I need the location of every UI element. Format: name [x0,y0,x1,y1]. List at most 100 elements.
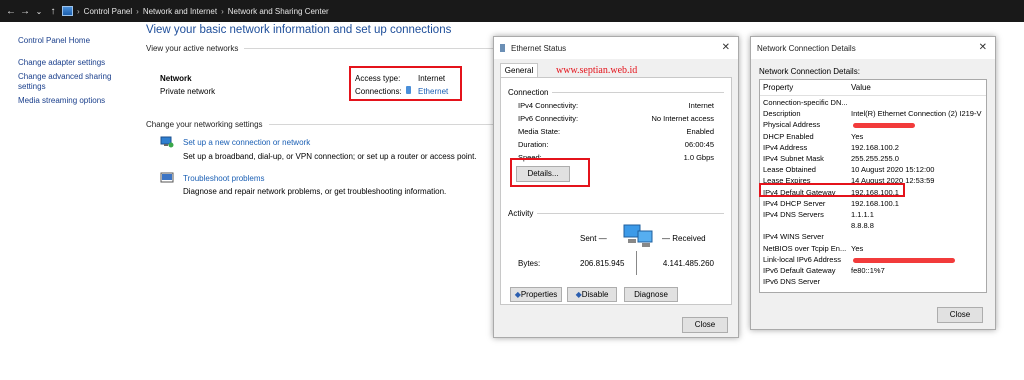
close-icon[interactable]: ✕ [979,42,987,53]
details-row[interactable]: IPv4 WINS Server [763,232,985,242]
connection-group-label: Connection [508,88,549,97]
change-adapter-settings-link[interactable]: Change adapter settings [18,58,128,68]
active-networks-header: View your active networks [146,44,496,53]
value-cell: 10 August 2020 15:12:00 [851,165,935,175]
address-bar: ← → ⌄ ↑ › Control Panel › Network and In… [0,0,1024,22]
value-cell: 1.1.1.1 [851,210,874,219]
disable-button[interactable]: ◆Disable [567,287,617,302]
value-cell: Yes [851,131,864,141]
activity-group-label: Activity [508,209,534,218]
page-title: View your basic network information and … [146,24,452,36]
active-networks-label: View your active networks [146,44,239,53]
forward-icon[interactable]: → [18,6,32,17]
details-row[interactable]: IPv6 DNS Server [763,277,985,287]
troubleshoot-desc: Diagnose and repair network problems, or… [183,187,447,196]
details-title: Network Connection Details [757,43,856,53]
close-icon[interactable]: ✕ [722,42,730,53]
property-cell: IPv4 WINS Server [763,232,824,242]
breadcrumb-control-panel[interactable]: Control Panel [84,7,132,16]
details-subtitle: Network Connection Details: [759,67,860,76]
status-row: Media State: Enabled [518,127,714,136]
network-activity-icon [620,223,656,253]
breadcrumb-separator: › [221,6,224,16]
sent-label: Sent — [580,234,607,243]
status-value: 06:00:45 [684,140,714,149]
connection-group-header: Connection [508,88,724,97]
media-streaming-link[interactable]: Media streaming options [18,96,128,106]
property-cell: Connection-specific DN... [763,98,848,107]
status-value: No Internet access [651,114,714,123]
close-button[interactable]: Close [937,307,983,323]
ethernet-icon [500,44,505,52]
gateway-highlight-box [759,183,905,197]
breadcrumb-sharing-center[interactable]: Network and Sharing Center [228,7,329,16]
access-type-label: Access type: [355,74,401,83]
left-pane: Control Panel Home Change adapter settin… [18,36,128,106]
value-cell: Yes [851,243,864,253]
diagnose-button[interactable]: Diagnose [624,287,678,302]
status-titlebar: Ethernet Status [494,37,738,59]
back-icon[interactable]: ← [4,6,18,17]
details-row[interactable]: IPv4 DNS Servers 1.1.1.1 [763,210,985,220]
details-row[interactable]: IPv4 DHCP Server 192.168.100.1 [763,199,985,209]
properties-button[interactable]: ◆Properties [510,287,562,302]
status-tab-panel [500,77,732,305]
divider [268,124,496,125]
setup-connection-desc: Set up a broadband, dial-up, or VPN conn… [183,152,477,161]
chevron-down-icon[interactable]: ⌄ [32,7,46,16]
details-row[interactable]: NetBIOS over Tcpip En... Yes [763,244,985,254]
details-titlebar: Network Connection Details [751,37,995,59]
column-header-property[interactable]: Property [763,83,793,92]
details-row[interactable]: 8.8.8.8 [763,221,985,231]
status-title: Ethernet Status [511,43,567,53]
disable-label: Disable [581,290,609,299]
property-cell: Lease Obtained [763,165,816,175]
details-row[interactable]: IPv4 Address 192.168.100.2 [763,143,985,153]
status-value: Enabled [686,127,714,136]
details-row[interactable]: DHCP Enabled Yes [763,132,985,142]
main-pane: View your basic network information and … [146,24,496,53]
details-button[interactable]: Details... [516,166,570,182]
ethernet-connection-link[interactable]: Ethernet [418,87,448,96]
value-cell: 8.8.8.8 [851,221,874,231]
received-text: Received [672,234,706,243]
bytes-received-value: 4.141.485.260 [662,259,714,268]
close-button[interactable]: Close [682,317,728,333]
divider [537,213,724,214]
value-cell: 192.168.100.2 [851,142,899,152]
setup-connection-link[interactable]: Set up a new connection or network [183,138,310,147]
property-cell: IPv4 Subnet Mask [763,154,824,163]
status-label: Media State: [518,127,561,136]
divider [244,48,496,49]
value-cell: 255.255.255.0 [851,154,899,163]
property-cell: Link-local IPv6 Address [763,254,841,264]
bytes-sent-value: 206.815.945 [580,259,625,268]
change-settings-label: Change your networking settings [146,120,263,129]
column-header-value[interactable]: Value [851,83,871,92]
change-advanced-sharing-link[interactable]: Change advanced sharing settings [18,72,128,92]
activity-group-header: Activity [508,209,724,218]
troubleshoot-icon [160,172,174,184]
breadcrumb-network-internet[interactable]: Network and Internet [143,7,217,16]
up-icon[interactable]: ↑ [46,6,60,17]
status-value: 1.0 Gbps [683,153,714,162]
details-row[interactable]: Description Intel(R) Ethernet Connection … [763,109,985,119]
control-panel-home-link[interactable]: Control Panel Home [18,36,128,46]
status-label: Duration: [518,140,549,149]
tab-general[interactable]: General [500,63,538,78]
change-settings-header: Change your networking settings [146,120,496,129]
details-row[interactable]: IPv4 Subnet Mask 255.255.255.0 [763,154,985,164]
troubleshoot-link[interactable]: Troubleshoot problems [183,174,265,183]
network-type: Private network [160,87,216,96]
activity-divider [636,251,637,275]
property-cell: Description [763,109,801,119]
details-row[interactable]: Lease Obtained 10 August 2020 15:12:00 [763,165,985,175]
network-name: Network [160,74,192,83]
header-divider [760,95,986,96]
status-row: IPv6 Connectivity: No Internet access [518,114,714,123]
details-row[interactable]: Connection-specific DN... [763,98,985,108]
details-row[interactable]: IPv6 Default Gateway fe80::1%7 [763,266,985,276]
property-cell: IPv6 Default Gateway [763,266,836,275]
breadcrumb-separator: › [136,6,139,16]
watermark: www.septian.web.id [556,65,638,76]
